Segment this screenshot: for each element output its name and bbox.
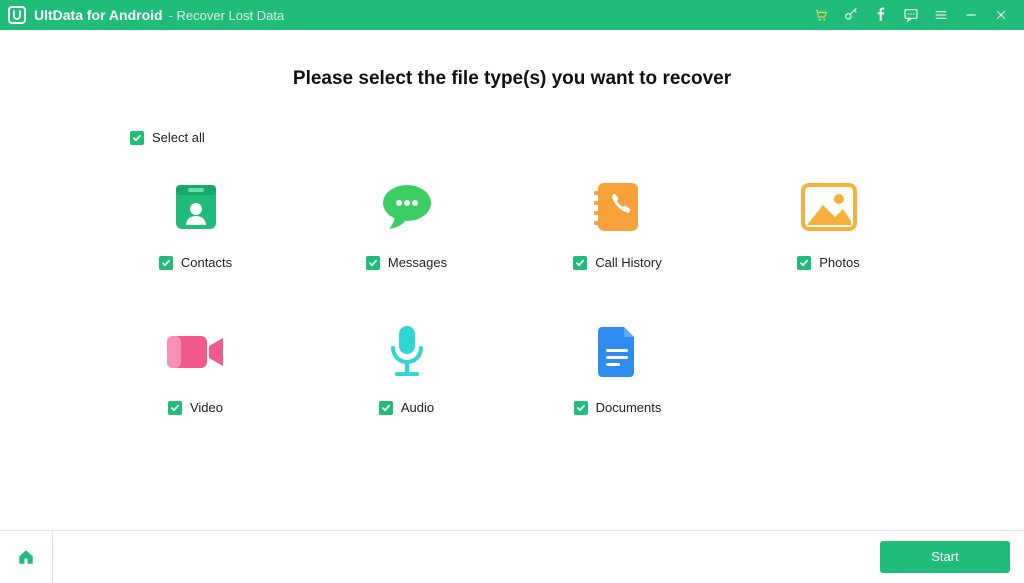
option-photos[interactable]: Photos bbox=[723, 173, 934, 270]
check-icon bbox=[168, 401, 182, 415]
file-type-grid: Contacts Messages bbox=[60, 173, 964, 415]
app-logo-icon bbox=[8, 6, 26, 24]
option-label: Call History bbox=[595, 255, 661, 270]
facebook-icon[interactable] bbox=[866, 0, 896, 30]
messages-icon bbox=[377, 173, 437, 241]
option-label: Contacts bbox=[181, 255, 232, 270]
home-button[interactable] bbox=[14, 545, 38, 569]
select-all-label: Select all bbox=[152, 130, 205, 145]
titlebar: UltData for Android - Recover Lost Data bbox=[0, 0, 1024, 30]
photos-icon bbox=[799, 173, 859, 241]
option-contacts[interactable]: Contacts bbox=[90, 173, 301, 270]
minimize-button[interactable] bbox=[956, 0, 986, 30]
documents-icon bbox=[596, 318, 640, 386]
select-all-checkbox[interactable]: Select all bbox=[130, 130, 964, 145]
check-icon bbox=[366, 256, 380, 270]
cart-icon[interactable] bbox=[806, 0, 836, 30]
audio-icon bbox=[385, 318, 429, 386]
feedback-icon[interactable] bbox=[896, 0, 926, 30]
option-messages[interactable]: Messages bbox=[301, 173, 512, 270]
close-button[interactable] bbox=[986, 0, 1016, 30]
check-icon bbox=[573, 256, 587, 270]
call-history-icon bbox=[592, 173, 644, 241]
video-icon bbox=[165, 318, 227, 386]
option-documents[interactable]: Documents bbox=[512, 318, 723, 415]
option-audio[interactable]: Audio bbox=[301, 318, 512, 415]
option-label: Documents bbox=[596, 400, 662, 415]
option-label: Messages bbox=[388, 255, 447, 270]
check-icon bbox=[379, 401, 393, 415]
check-icon bbox=[130, 131, 144, 145]
option-video[interactable]: Video bbox=[90, 318, 301, 415]
option-label: Audio bbox=[401, 400, 434, 415]
app-title: UltData for Android bbox=[34, 7, 163, 23]
app-subtitle: - Recover Lost Data bbox=[169, 8, 285, 23]
footer: Start bbox=[0, 530, 1024, 582]
divider bbox=[52, 531, 53, 583]
menu-icon[interactable] bbox=[926, 0, 956, 30]
start-button[interactable]: Start bbox=[880, 541, 1010, 573]
page-heading: Please select the file type(s) you want … bbox=[60, 68, 964, 90]
option-call-history[interactable]: Call History bbox=[512, 173, 723, 270]
check-icon bbox=[797, 256, 811, 270]
option-label: Photos bbox=[819, 255, 859, 270]
main-content: Please select the file type(s) you want … bbox=[0, 30, 1024, 530]
contacts-icon bbox=[168, 173, 224, 241]
key-icon[interactable] bbox=[836, 0, 866, 30]
check-icon bbox=[574, 401, 588, 415]
option-label: Video bbox=[190, 400, 223, 415]
check-icon bbox=[159, 256, 173, 270]
